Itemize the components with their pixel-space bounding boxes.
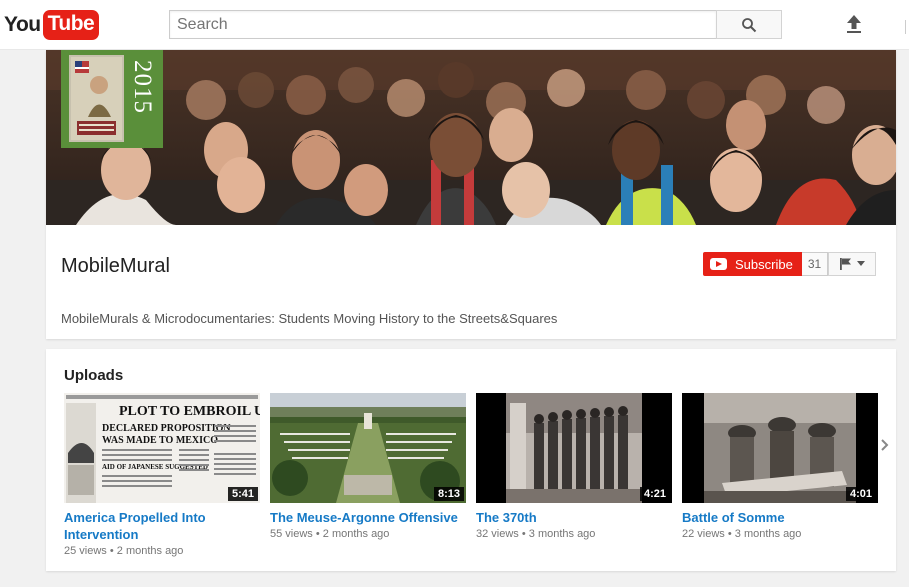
video-views: 55 views <box>270 528 313 540</box>
banner-badge: 2015 <box>61 50 163 148</box>
thumb-headline-1: PLOT TO EMBROIL U.S. IN WAR <box>119 404 260 419</box>
video-meta: 55 views • 2 months ago <box>270 528 390 540</box>
channel-banner: 2015 <box>46 50 896 225</box>
logo-tube-text: Tube <box>42 10 100 40</box>
video-views: 32 views <box>476 528 519 540</box>
waac-poster-image <box>69 55 124 142</box>
video-views: 25 views <box>64 545 107 557</box>
search-icon <box>742 17 757 32</box>
thumb-headline-3: WAS MADE TO MEXICO <box>102 435 218 446</box>
video-title-line-1: America Propelled Into <box>64 510 206 525</box>
report-flag-button[interactable] <box>828 252 876 276</box>
uploads-section: Uploads PLOT TO EMBROIL U.S. IN WAR DECL… <box>46 349 896 571</box>
subscribe-label-area[interactable]: Subscribe <box>703 252 802 276</box>
video-views: 22 views <box>682 528 725 540</box>
banner-year: 2015 <box>129 60 156 114</box>
video-title-link[interactable]: The 370th <box>476 509 672 526</box>
video-duration: 8:13 <box>433 487 464 501</box>
uploads-heading[interactable]: Uploads <box>64 367 123 384</box>
logo-you-text: You <box>4 13 41 36</box>
upload-button[interactable] <box>843 13 865 35</box>
youtube-logo[interactable]: You Tube <box>4 10 100 40</box>
search-bar <box>169 10 782 39</box>
subscriber-count: 31 <box>801 252 829 276</box>
channel-title[interactable]: MobileMural <box>61 255 170 278</box>
video-thumbnail[interactable]: 8:13 <box>270 393 466 503</box>
chevron-right-icon <box>881 439 889 451</box>
flag-icon <box>840 258 851 270</box>
youtube-play-icon <box>710 258 727 270</box>
thumb-headline-2: DECLARED PROPOSITION <box>102 423 231 434</box>
masthead: You Tube <box>0 0 909 50</box>
video-item: PLOT TO EMBROIL U.S. IN WAR DECLARED PRO… <box>64 393 260 557</box>
video-item: 4:21 The 370th 32 views • 3 months ago <box>476 393 672 540</box>
video-thumbnail[interactable]: PLOT TO EMBROIL U.S. IN WAR DECLARED PRO… <box>64 393 260 503</box>
video-age: 2 months ago <box>322 528 390 540</box>
shelf-next-button[interactable] <box>878 435 892 455</box>
video-duration: 4:01 <box>845 487 876 501</box>
chevron-down-icon <box>857 261 865 266</box>
video-thumbnail[interactable]: 4:01 <box>682 393 878 503</box>
video-age: 3 months ago <box>528 528 596 540</box>
channel-description: MobileMurals & Microdocumentaries: Stude… <box>61 311 558 326</box>
upload-icon <box>847 15 861 33</box>
video-meta: 22 views • 3 months ago <box>682 528 802 540</box>
video-duration: 5:41 <box>227 487 258 501</box>
video-title-link[interactable]: The Meuse-Argonne Offensive <box>270 509 466 526</box>
video-title-link[interactable]: America Propelled Into Intervention <box>64 509 260 543</box>
video-thumbnail[interactable]: 4:21 <box>476 393 672 503</box>
video-age: 3 months ago <box>734 528 802 540</box>
video-duration: 4:21 <box>639 487 670 501</box>
channel-header: 2015 MobileMural Subscribe 31 MobileMura… <box>46 50 896 339</box>
video-item: 4:01 Battle of Somme 22 views • 3 months… <box>682 393 878 540</box>
video-item: 8:13 The Meuse-Argonne Offensive 55 view… <box>270 393 466 540</box>
search-input[interactable] <box>169 10 716 39</box>
video-age: 2 months ago <box>116 545 184 557</box>
search-button[interactable] <box>716 10 782 39</box>
subscribe-button[interactable]: Subscribe 31 <box>703 252 829 276</box>
banner-photo <box>46 50 896 225</box>
video-meta: 25 views • 2 months ago <box>64 545 184 557</box>
guide-button-edge <box>905 20 909 34</box>
video-title-line-2: Intervention <box>64 527 139 542</box>
subscribe-label: Subscribe <box>735 256 793 272</box>
video-meta: 32 views • 3 months ago <box>476 528 596 540</box>
video-title-link[interactable]: Battle of Somme <box>682 509 878 526</box>
